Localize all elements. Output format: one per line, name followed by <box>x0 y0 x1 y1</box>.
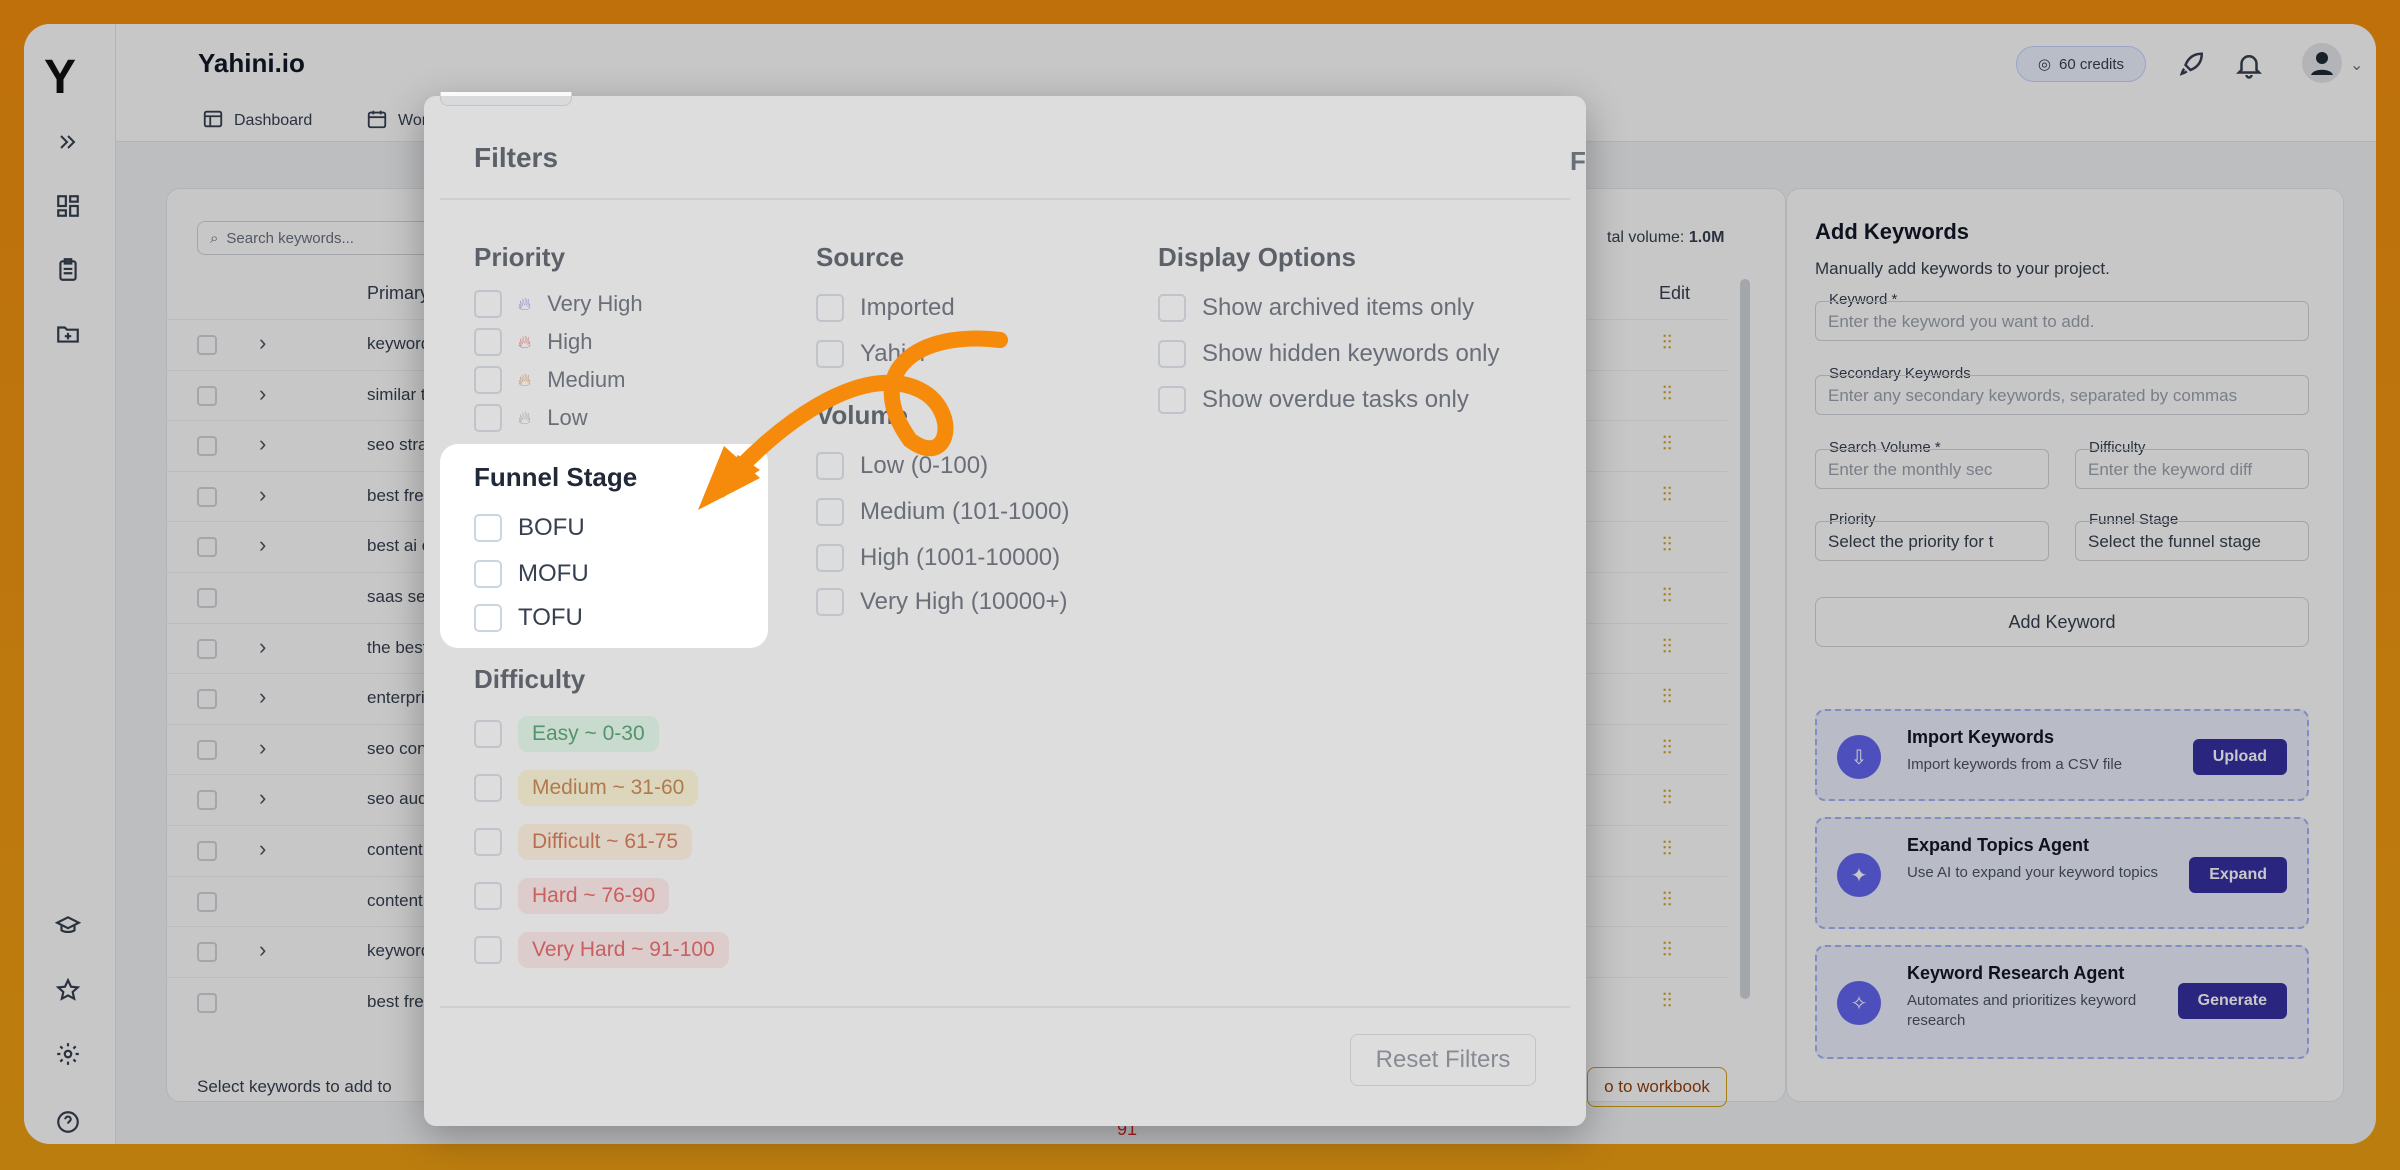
funnel-option-bofu[interactable]: BOFU <box>474 514 585 542</box>
option-label: MOFU <box>518 560 589 587</box>
option-label: BOFU <box>518 514 585 541</box>
funnel-option-tofu[interactable]: TOFU <box>474 604 583 632</box>
option-label: TOFU <box>518 604 583 631</box>
checkbox[interactable] <box>474 560 502 588</box>
checkbox[interactable] <box>474 604 502 632</box>
funnel-option-mofu[interactable]: MOFU <box>474 560 589 588</box>
funnel-stage-heading: Funnel Stage <box>474 462 638 492</box>
checkbox[interactable] <box>474 514 502 542</box>
